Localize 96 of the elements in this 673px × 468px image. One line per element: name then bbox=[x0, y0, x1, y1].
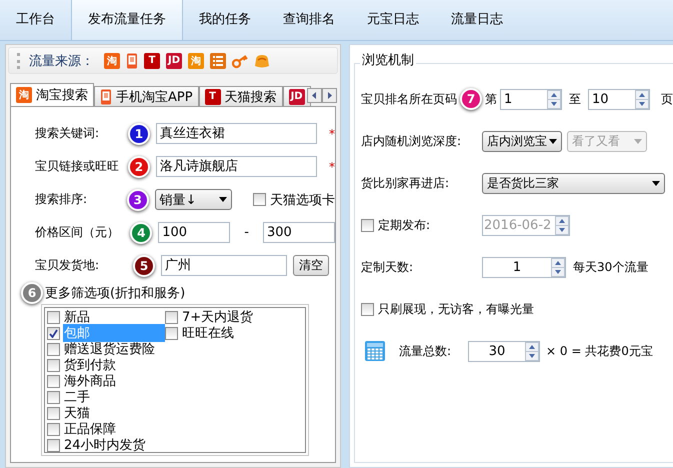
checkbox[interactable] bbox=[47, 358, 60, 372]
page-suffix: 页 bbox=[661, 90, 673, 108]
checkbox[interactable] bbox=[165, 326, 178, 340]
checkbox-label: 只刷展现，无访客，有曝光量 bbox=[378, 300, 534, 318]
filter-option[interactable]: 海外商品 bbox=[63, 372, 165, 390]
checkbox[interactable] bbox=[253, 193, 266, 206]
toolbar-label: 流量来源： bbox=[29, 52, 94, 70]
logo-icon[interactable]: T bbox=[204, 88, 221, 104]
spinner-field[interactable]: 30 bbox=[468, 340, 540, 362]
logo-icon[interactable]: JD bbox=[166, 52, 182, 68]
phone-icon[interactable] bbox=[126, 52, 138, 68]
filter-option[interactable]: 赠送退货运费险 bbox=[63, 340, 165, 358]
filter-option[interactable]: 二手 bbox=[63, 388, 165, 406]
search-tab[interactable]: 手机淘宝APP bbox=[94, 86, 199, 106]
number-badge: 1 bbox=[128, 122, 150, 144]
spinner-arrows[interactable] bbox=[525, 342, 539, 360]
range-separator: - bbox=[244, 225, 249, 240]
nav-tab[interactable]: 我的任务 bbox=[183, 0, 267, 40]
cost-formula: × 0 = 共花费0元宝 bbox=[546, 342, 653, 360]
logo-icon[interactable]: T bbox=[144, 52, 160, 68]
checkbox[interactable] bbox=[47, 438, 60, 452]
input-field[interactable]: 100 bbox=[158, 222, 230, 243]
logo-icon[interactable]: JD bbox=[288, 88, 305, 104]
filter-option[interactable]: 24小时内发货 bbox=[63, 436, 165, 454]
spinner-arrows[interactable] bbox=[551, 258, 565, 276]
checkbox-label: 定期发布: bbox=[378, 216, 430, 234]
field-label: 价格区间（元） bbox=[35, 224, 120, 241]
dropdown[interactable]: 是否货比三家 bbox=[482, 172, 665, 194]
group-title: 更多筛选项(折扣和服务) bbox=[45, 285, 186, 302]
number-badge: 5 bbox=[133, 254, 155, 276]
required-mark: * bbox=[329, 160, 335, 174]
filter-option[interactable]: 新品 bbox=[63, 308, 165, 326]
field-label: 流量总数: bbox=[399, 342, 452, 360]
flow-note: 每天30个流量 bbox=[573, 258, 648, 276]
scroll-left-icon[interactable] bbox=[306, 88, 322, 102]
range-word: 至 bbox=[569, 90, 581, 108]
field-label: 搜索排序: bbox=[35, 191, 88, 208]
filter-option[interactable]: 天猫 bbox=[63, 404, 165, 422]
input-field[interactable]: 300 bbox=[262, 222, 336, 243]
spinner-arrows[interactable] bbox=[547, 90, 561, 108]
checkbox[interactable] bbox=[47, 406, 60, 420]
filter-option[interactable]: 旺旺在线 bbox=[181, 324, 283, 342]
checkbox[interactable] bbox=[47, 326, 60, 340]
spinner-field[interactable]: 10 bbox=[588, 88, 650, 110]
checkbox[interactable] bbox=[47, 374, 60, 388]
field-label: 货比别家再进店: bbox=[361, 174, 450, 192]
field-label: 搜索关键词: bbox=[35, 125, 100, 142]
required-mark: * bbox=[329, 126, 335, 140]
checkbox[interactable] bbox=[165, 310, 178, 324]
filter-option[interactable]: 7+天内退货 bbox=[181, 308, 283, 326]
field-label: 定制天数: bbox=[361, 258, 414, 276]
number-badge: 6 bbox=[21, 282, 43, 304]
spinner-field[interactable]: 1 bbox=[482, 256, 566, 278]
input-field[interactable]: 洛凡诗旗舰店 bbox=[156, 156, 317, 177]
caret-icon bbox=[634, 138, 642, 144]
input-field[interactable]: 广州 bbox=[161, 255, 287, 276]
field-label: 宝贝排名所在页码 bbox=[361, 90, 457, 108]
filter-option[interactable]: 货到付款 bbox=[63, 356, 165, 374]
checkbox[interactable] bbox=[361, 302, 374, 316]
phone-icon[interactable] bbox=[100, 88, 112, 104]
field-label: 宝贝发货地: bbox=[35, 257, 100, 274]
nav-tab[interactable]: 元宝日志 bbox=[351, 0, 435, 40]
scroll-right-icon[interactable] bbox=[322, 88, 337, 102]
page-prefix: 第 bbox=[485, 90, 497, 108]
search-tab[interactable]: 淘 淘宝搜索 bbox=[10, 83, 94, 106]
caret-icon bbox=[549, 138, 557, 144]
key-icon[interactable] bbox=[232, 52, 248, 68]
checkbox-label: 天猫选项卡 bbox=[270, 192, 335, 208]
number-badge: 2 bbox=[128, 156, 150, 178]
dropdown[interactable]: 销量↓ bbox=[154, 189, 232, 210]
clear-button[interactable]: 清空 bbox=[293, 255, 329, 276]
field-label: 店内随机浏览深度: bbox=[361, 132, 462, 150]
nav-tab[interactable]: 工作台 bbox=[0, 0, 71, 40]
number-badge: 3 bbox=[126, 188, 149, 210]
calculator-icon bbox=[364, 340, 386, 362]
filter-option[interactable]: 正品保障 bbox=[63, 420, 165, 438]
nav-tab[interactable]: 查询排名 bbox=[267, 0, 351, 40]
list-icon[interactable] bbox=[210, 52, 226, 68]
group-title: 浏览机制 bbox=[360, 53, 416, 68]
spinner-field[interactable]: 1 bbox=[500, 88, 562, 110]
checkbox[interactable] bbox=[47, 422, 60, 436]
number-badge: 4 bbox=[130, 222, 152, 244]
dropdown[interactable]: 店内浏览宝 bbox=[482, 130, 562, 152]
input-field[interactable]: 真丝连衣裙 bbox=[156, 123, 317, 144]
field-label: 宝贝链接或旺旺 bbox=[35, 158, 120, 175]
nav-tab[interactable]: 流量日志 bbox=[435, 0, 519, 40]
nav-tab[interactable]: 发布流量任务 bbox=[71, 0, 183, 40]
checkbox[interactable] bbox=[47, 310, 60, 324]
search-tab[interactable]: T 天猫搜索 bbox=[198, 86, 283, 106]
caret-icon bbox=[218, 197, 227, 202]
bag-icon[interactable] bbox=[254, 52, 270, 68]
caret-icon bbox=[652, 180, 660, 186]
spinner-arrows[interactable] bbox=[635, 90, 649, 108]
checkbox[interactable] bbox=[47, 390, 60, 404]
checkbox[interactable] bbox=[47, 342, 60, 356]
number-badge: 7 bbox=[460, 88, 482, 110]
